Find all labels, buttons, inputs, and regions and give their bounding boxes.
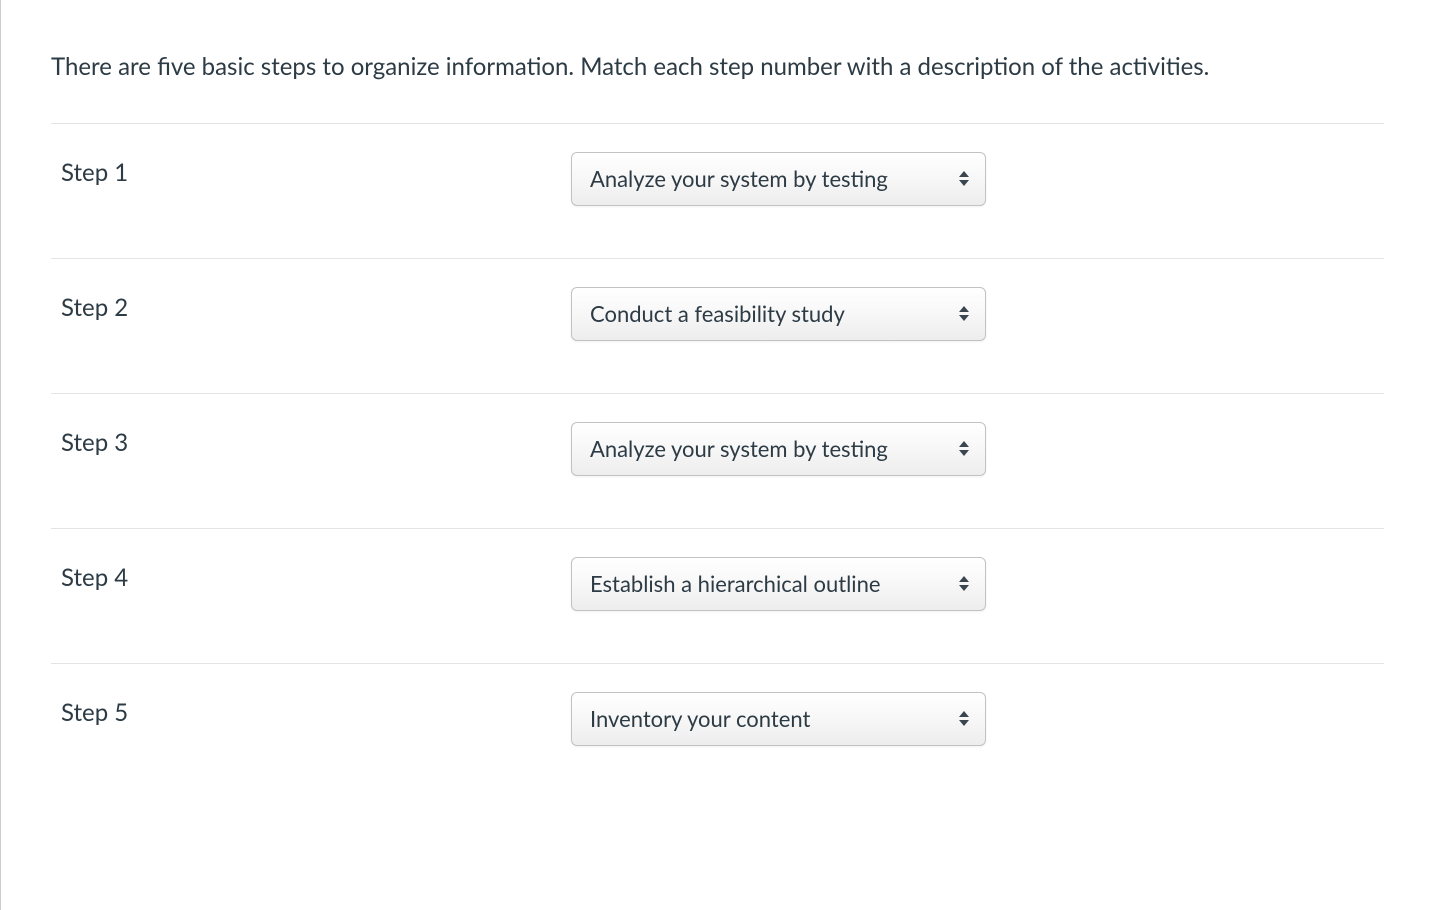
step-label: Step 3 [51,422,571,457]
step-label: Step 2 [51,287,571,322]
select-value: Inventory your content [590,705,939,732]
match-select-wrap: Analyze your system by testing [571,422,986,476]
match-row: Step 1 Analyze your system by testing [51,123,1384,258]
step-label: Step 5 [51,692,571,727]
match-select-wrap: Conduct a feasibility study [571,287,986,341]
sort-arrows-icon [957,438,971,460]
match-row: Step 4 Establish a hierarchical outline [51,528,1384,663]
match-select-wrap: Analyze your system by testing [571,152,986,206]
question-prompt: There are five basic steps to organize i… [51,50,1384,85]
step-label: Step 1 [51,152,571,187]
step-4-select[interactable]: Establish a hierarchical outline [571,557,986,611]
step-2-select[interactable]: Conduct a feasibility study [571,287,986,341]
match-select-wrap: Inventory your content [571,692,986,746]
select-value: Analyze your system by testing [590,435,939,462]
match-row: Step 2 Conduct a feasibility study [51,258,1384,393]
match-select-wrap: Establish a hierarchical outline [571,557,986,611]
step-label: Step 4 [51,557,571,592]
select-value: Establish a hierarchical outline [590,570,939,597]
question-container: There are five basic steps to organize i… [1,50,1434,798]
step-3-select[interactable]: Analyze your system by testing [571,422,986,476]
sort-arrows-icon [957,168,971,190]
sort-arrows-icon [957,303,971,325]
step-1-select[interactable]: Analyze your system by testing [571,152,986,206]
sort-arrows-icon [957,708,971,730]
match-row: Step 3 Analyze your system by testing [51,393,1384,528]
select-value: Conduct a feasibility study [590,300,939,327]
match-row: Step 5 Inventory your content [51,663,1384,798]
select-value: Analyze your system by testing [590,165,939,192]
sort-arrows-icon [957,573,971,595]
step-5-select[interactable]: Inventory your content [571,692,986,746]
